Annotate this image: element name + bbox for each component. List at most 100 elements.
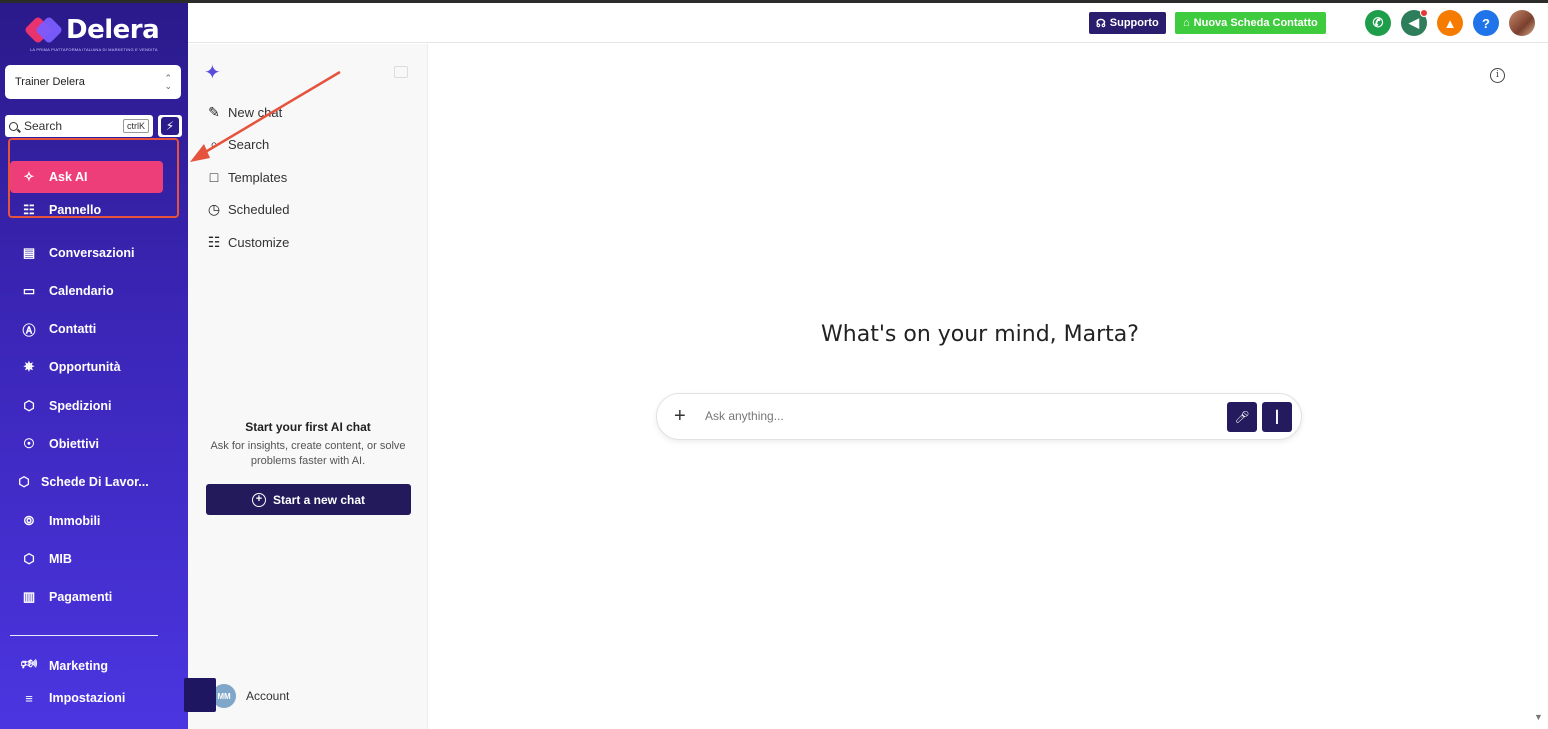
account-label: Account — [246, 689, 290, 703]
chat-icon: ▤ — [22, 245, 36, 260]
contact-icon: Ⓐ — [22, 322, 36, 338]
box-icon: ⬡ — [23, 551, 35, 566]
sidebar-item-label: Obiettivi — [49, 437, 100, 451]
receipt-icon: ▥ — [22, 589, 36, 604]
menu-templates[interactable]: □ Templates — [206, 167, 287, 187]
bell-icon: ▲ — [1443, 15, 1457, 31]
account-button[interactable]: MM Account — [212, 684, 289, 708]
sidebar: Delera LA PRIMA PIATTAFORMA ITALIANA DI … — [0, 3, 188, 729]
attach-plus-icon[interactable]: + — [674, 405, 686, 427]
sidebar-item-label: Immobili — [49, 514, 101, 528]
sidebar-item-conversazioni[interactable]: ▤ Conversazioni — [10, 238, 180, 268]
sidebar-search-input[interactable]: Search ctrlK — [5, 115, 153, 137]
sidebar-item-immobili[interactable]: ⦾ Immobili — [10, 506, 180, 536]
sliders-icon: ≡ — [25, 690, 33, 706]
location-select-value: Trainer Delera — [15, 76, 85, 88]
bulb-icon: ☉ — [23, 436, 35, 451]
panel-toggle-icon[interactable] — [394, 66, 408, 78]
info-icon[interactable]: i — [1490, 68, 1505, 83]
scroll-down-arrow-icon[interactable]: ▼ — [1534, 712, 1543, 722]
menu-customize[interactable]: ☷ Customize — [206, 232, 290, 252]
home-icon: ⌂ — [1183, 17, 1190, 29]
start-new-chat-label: Start a new chat — [272, 492, 366, 507]
shortcut-hint: ctrlK — [123, 119, 149, 133]
sidebar-item-label: Calendario — [49, 284, 114, 298]
sidebar-item-marketing[interactable]: 🕬︎ Marketing — [10, 656, 180, 676]
microphone-icon: 🎤︎ — [1234, 410, 1250, 424]
grid-icon: ☷ — [207, 233, 221, 250]
sidebar-item-calendario[interactable]: ▭ Calendario — [10, 276, 180, 306]
quick-actions-button[interactable]: ⚡︎ — [158, 115, 182, 137]
sidebar-item-opportunita[interactable]: ✵ Opportunità — [10, 352, 180, 382]
help-icon: ? — [1482, 15, 1490, 31]
building-icon: ⦾ — [23, 513, 35, 528]
sidebar-item-label: Impostazioni — [49, 691, 126, 705]
clock-icon: ◷ — [207, 200, 221, 217]
prompt-input[interactable] — [705, 406, 1205, 426]
announcements-button[interactable]: ◀ — [1401, 9, 1428, 36]
chat-history-panel: ✦ ✎ New chat ⌕ Search □ Templates ◷ Sche… — [188, 44, 428, 729]
sidebar-item-contatti[interactable]: Ⓐ Contatti — [10, 314, 180, 344]
top-header: ☊ Supporto ⌂ Nuova Scheda Contatto ✆ ◀ ▲… — [188, 3, 1548, 43]
brand-name: Delera — [66, 15, 160, 45]
megaphone-icon: 🕬︎ — [20, 656, 38, 671]
box-icon: ⬡ — [23, 398, 35, 413]
sidebar-item-schede-di-lavoro[interactable]: ⬡ Schede Di Lavor... — [5, 467, 175, 497]
sidebar-item-label: Conversazioni — [49, 246, 135, 260]
sidebar-item-spedizioni[interactable]: ⬡ Spedizioni — [10, 391, 180, 421]
bolt-icon: ⚡︎ — [161, 117, 179, 135]
notification-dot — [1420, 9, 1428, 17]
book-icon: □ — [209, 169, 219, 185]
user-avatar[interactable] — [1509, 10, 1535, 36]
sidebar-item-mib[interactable]: ⬡ MIB — [10, 544, 180, 574]
new-contact-button-label: Nuova Scheda Contatto — [1193, 17, 1318, 29]
sidebar-collapse-toggle[interactable] — [184, 678, 216, 712]
sidebar-item-label: Spedizioni — [49, 399, 112, 413]
window-top-border — [0, 0, 1548, 3]
menu-item-label: Search — [228, 136, 270, 152]
start-new-chat-button[interactable]: + Start a new chat — [206, 484, 411, 515]
headset-icon: ☊ — [1096, 17, 1106, 30]
annotation-highlight-box — [8, 138, 179, 218]
menu-scheduled[interactable]: ◷ Scheduled — [206, 199, 290, 219]
menu-item-label: Templates — [228, 169, 288, 185]
brand-logo[interactable]: Delera — [23, 15, 160, 45]
microphone-button[interactable]: 🎤︎ — [1227, 402, 1257, 432]
location-select[interactable]: Trainer Delera ⌃ ⌄ — [5, 65, 181, 99]
ai-sparkle-icon: ✦ — [204, 62, 221, 84]
new-contact-button[interactable]: ⌂ Nuova Scheda Contatto — [1175, 12, 1326, 34]
sidebar-item-label: Schede Di Lavor... — [41, 475, 149, 489]
menu-new-chat[interactable]: ✎ New chat — [206, 102, 282, 122]
sidebar-item-impostazioni[interactable]: ≡ Impostazioni — [10, 683, 180, 713]
sidebar-item-label: Contatti — [49, 322, 97, 336]
megaphone-icon: ◀ — [1409, 15, 1419, 30]
support-button[interactable]: ☊ Supporto — [1089, 12, 1166, 34]
sidebar-item-label: MIB — [49, 552, 72, 566]
search-icon — [9, 121, 18, 131]
brand-tagline: LA PRIMA PIATTAFORMA ITALIANA DI MARKETI… — [30, 47, 158, 52]
empty-state-text: Ask for insights, create content, or sol… — [210, 440, 406, 467]
menu-item-label: Scheduled — [228, 201, 290, 217]
empty-state-title: Start your first AI chat — [245, 420, 371, 434]
prompt-composer: + 🎤︎ ┃ — [656, 393, 1302, 440]
edit-icon: ✎ — [208, 103, 220, 120]
phone-button[interactable]: ✆ — [1365, 10, 1391, 36]
sidebar-item-pagamenti[interactable]: ▥ Pagamenti — [10, 582, 180, 612]
menu-item-label: New chat — [228, 104, 283, 120]
sidebar-divider — [10, 635, 158, 636]
waveform-icon: ┃ — [1273, 410, 1281, 424]
menu-search[interactable]: ⌕ Search — [206, 134, 269, 154]
search-icon: ⌕ — [210, 135, 218, 152]
sidebar-item-label: Marketing — [49, 659, 109, 673]
notifications-button[interactable]: ▲ — [1437, 10, 1463, 36]
greeting-heading: What's on your mind, Marta? — [821, 322, 1139, 347]
calendar-icon: ▭ — [22, 283, 36, 298]
help-button[interactable]: ? — [1473, 10, 1499, 36]
support-button-label: Supporto — [1109, 17, 1159, 29]
sidebar-item-obiettivi[interactable]: ☉ Obiettivi — [10, 429, 180, 459]
phone-icon: ✆ — [1372, 15, 1384, 30]
plus-circle-icon: + — [251, 492, 266, 507]
opportunity-icon: ✵ — [23, 359, 35, 374]
voice-mode-button[interactable]: ┃ — [1262, 402, 1292, 432]
sidebar-item-label: Opportunità — [49, 360, 121, 374]
